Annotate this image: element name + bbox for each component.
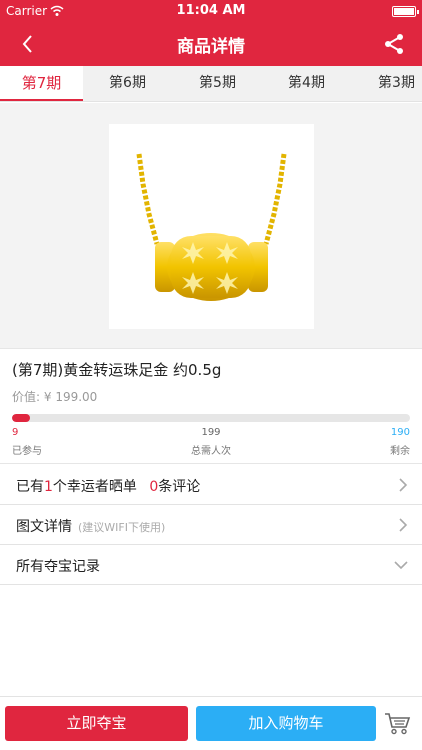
price-value: ¥ 199.00 [43,390,98,404]
progress-bar [12,414,410,422]
remaining-count: 190 [390,427,410,438]
status-bar: Carrier 11:04 AM [0,0,422,22]
product-image-area [0,103,422,349]
progress-fill [12,414,30,422]
page-title: 商品详情 [177,37,245,57]
reviews-mid: 个幸运者晒单 [52,479,137,495]
reviews-suffix: 条评论 [158,479,201,495]
share-icon[interactable] [382,32,406,56]
nav-bar: 商品详情 [0,22,422,66]
product-info: (第7期)黄金转运珠足金 约0.5g 价值: ¥ 199.00 9 199 19… [0,350,422,464]
detail-label: 图文详情 [16,519,72,535]
period-tabs: 第7期 第6期 第5期 第4期 第3期 [0,66,422,102]
records-label: 所有夺宝记录 [16,559,100,575]
tab-period-3[interactable]: 第3期 [355,66,422,101]
chevron-down-icon [394,561,408,570]
tab-period-4[interactable]: 第4期 [265,66,348,101]
tab-period-7[interactable]: 第7期 [0,66,83,101]
product-title: (第7期)黄金转运珠足金 约0.5g [12,361,222,379]
chevron-right-icon [399,518,408,532]
comments-count: 0 [149,479,159,495]
tab-period-5[interactable]: 第5期 [176,66,259,101]
tab-period-6[interactable]: 第6期 [86,66,169,101]
cart-icon[interactable] [383,709,411,737]
clock: 11:04 AM [176,3,246,18]
detail-text: 图文详情 (建议WIFI下使用) [16,516,165,536]
total-label: 总需人次 [191,446,231,457]
bottom-action-bar: 立即夺宝 加入购物车 [0,696,422,750]
chevron-right-icon [399,478,408,492]
reviews-text: 已有1个幸运者晒单 0条评论 [16,476,200,496]
product-price: 价值: ¥ 199.00 [12,388,97,405]
remaining-label: 剩余 [390,446,410,457]
records-row[interactable]: 所有夺宝记录 [0,545,422,585]
product-image[interactable] [109,124,314,329]
detail-row[interactable]: 图文详情 (建议WIFI下使用) [0,505,422,545]
reviews-row[interactable]: 已有1个幸运者晒单 0条评论 [0,465,422,505]
total-count: 199 [201,427,221,438]
gold-pendant-image [136,153,287,301]
reviews-prefix: 已有 [16,479,44,495]
add-to-cart-button[interactable]: 加入购物车 [196,706,376,741]
detail-hint: (建议WIFI下使用) [78,521,166,534]
battery-icon [392,6,419,17]
winners-count: 1 [44,479,53,495]
price-label: 价值: [12,390,41,404]
buy-now-button[interactable]: 立即夺宝 [5,706,188,741]
